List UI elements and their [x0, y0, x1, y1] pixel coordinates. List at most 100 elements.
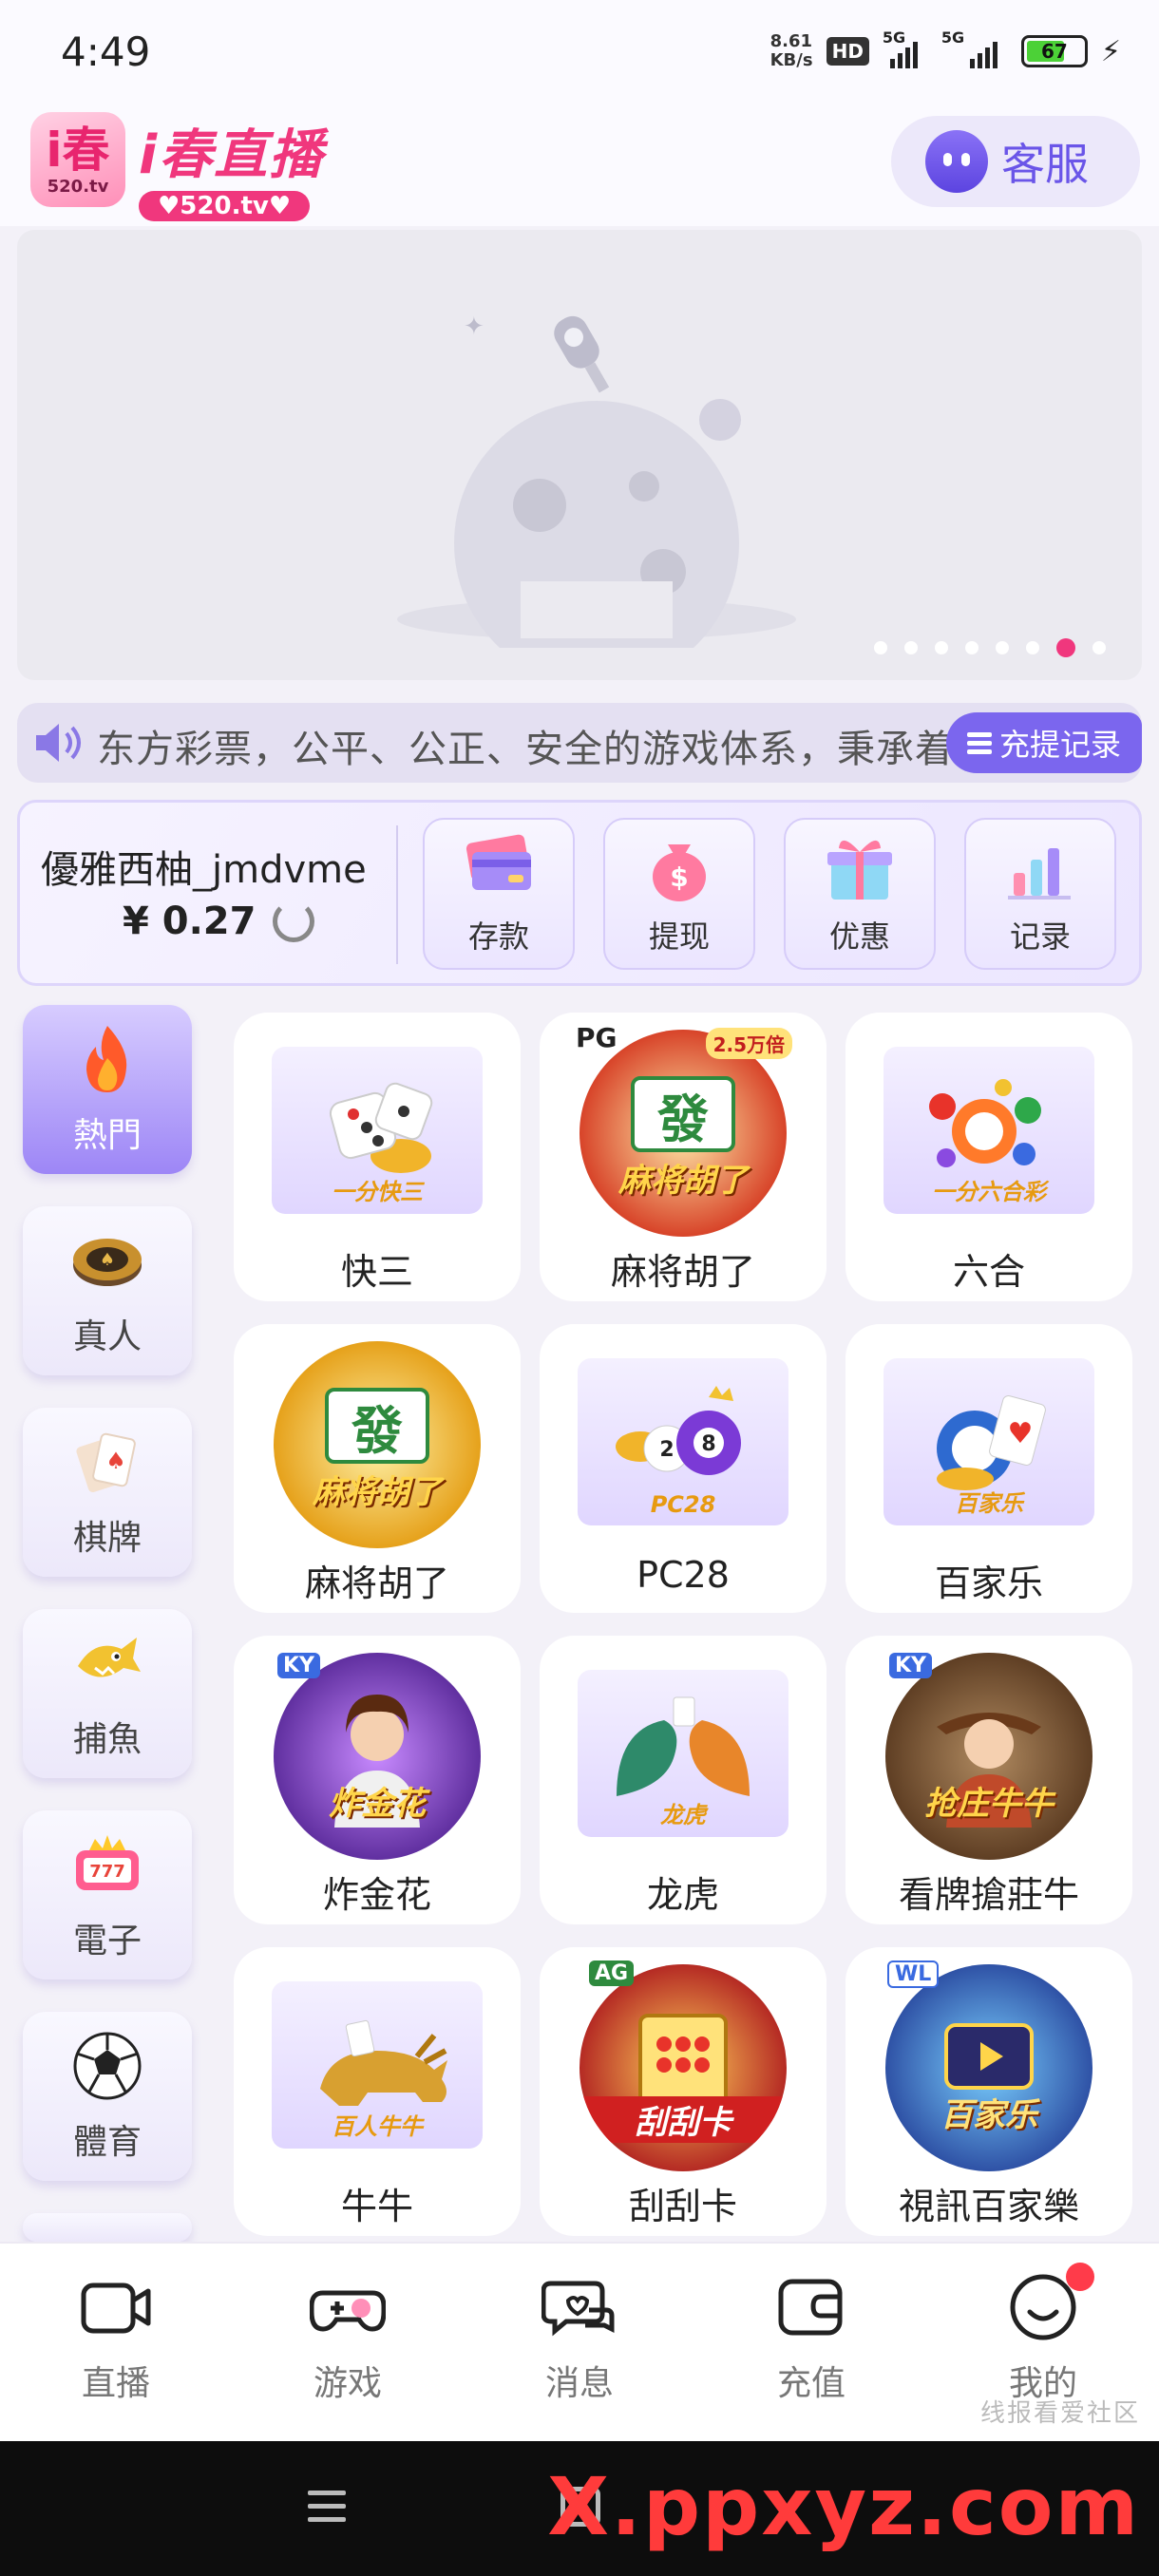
deposit-withdraw-record-button[interactable]: 充提记录 — [946, 712, 1142, 773]
game-name: 快三 — [340, 1251, 413, 1293]
status-icons: 8.61 KB/s HD 5G 5G 67 ⚡ — [770, 28, 1121, 70]
app-logo: i春 520.tv — [30, 112, 125, 207]
customer-service-button[interactable]: 客服 — [891, 116, 1140, 207]
svg-text:2: 2 — [659, 1438, 674, 1462]
game-name: PC28 — [636, 1554, 730, 1596]
game-thumbnail: 抢庄牛牛 — [885, 1653, 1092, 1860]
svg-text:✦: ✦ — [464, 313, 484, 341]
category-sports-label: 體育 — [72, 2123, 142, 2162]
game-thumbnail: 一分快三 — [272, 1047, 483, 1214]
username: 優雅西柚_jmdvme — [41, 848, 367, 892]
service-label: 客服 — [1001, 139, 1089, 190]
category-cards-label: 棋牌 — [72, 1519, 142, 1558]
game-name: 麻将胡了 — [610, 1251, 755, 1293]
carousel-dot[interactable] — [874, 641, 887, 654]
battery-percent: 67 — [1041, 40, 1068, 63]
game-name: 龙虎 — [646, 1874, 719, 1916]
carousel-dot[interactable] — [965, 641, 978, 654]
svg-text:♠: ♠ — [105, 1448, 126, 1474]
game-card-kuaisan[interactable]: 一分快三 快三 — [234, 1013, 521, 1301]
game-thumbnail-caption: 百家乐 — [955, 1490, 1023, 1517]
carousel-dot[interactable] — [935, 641, 948, 654]
game-thumbnail: 2 8 PC28 — [578, 1358, 788, 1525]
banner-carousel[interactable]: ✦ — [17, 230, 1142, 680]
banner-placeholder-illustration: ✦ — [397, 313, 796, 648]
menu-icon[interactable] — [308, 2491, 346, 2522]
nav-messages-label: 消息 — [544, 2364, 614, 2403]
carousel-dot[interactable] — [904, 641, 918, 654]
category-fishing[interactable]: 捕魚 — [23, 1609, 192, 1778]
game-card-longhu[interactable]: 龙虎 龙虎 — [540, 1636, 826, 1924]
game-card-live-baccarat[interactable]: 百家乐 WL 視訊百家樂 — [846, 1947, 1132, 2236]
game-thumbnail: ♥ 百家乐 — [884, 1358, 1094, 1525]
nav-recharge[interactable]: 充值 — [735, 2272, 887, 2405]
deposit-button[interactable]: 存款 — [423, 818, 575, 970]
headset-icon — [925, 130, 988, 193]
game-name: 炸金花 — [322, 1874, 431, 1916]
mahjong-tile-icon: 發 — [631, 1076, 735, 1152]
carousel-dot[interactable] — [1056, 638, 1075, 657]
category-more[interactable] — [23, 2213, 192, 2242]
game-card-pc28[interactable]: 2 8 PC28 PC28 — [540, 1324, 826, 1613]
category-hot[interactable]: 熱門 — [23, 1005, 192, 1174]
game-name: 麻将胡了 — [304, 1563, 449, 1604]
nav-games[interactable]: 游戏 — [272, 2272, 424, 2405]
balance-value: ¥ 0.27 — [123, 900, 256, 943]
net-speed: 8.61 KB/s — [770, 32, 813, 70]
game-thumbnail: 發 麻将胡了 — [580, 1030, 787, 1237]
nav-games-label: 游戏 — [313, 2364, 382, 2403]
category-fishing-label: 捕魚 — [72, 1720, 142, 1759]
announcement-marquee[interactable]: 东方彩票，公平、公正、安全的游戏体系，秉承着 充提记录 — [17, 703, 1142, 783]
nav-messages[interactable]: 消息 — [504, 2272, 656, 2405]
balance-row: ¥ 0.27 — [123, 900, 315, 943]
game-thumbnail: 百人牛牛 — [272, 1981, 483, 2149]
fish-icon — [78, 1638, 141, 1677]
refresh-icon[interactable] — [273, 900, 315, 942]
hd-icon: HD — [826, 37, 869, 66]
game-card-niuniu[interactable]: 百人牛牛 牛牛 — [234, 1947, 521, 2236]
app-header: i春 520.tv i春直播 ♥520.tv♥ 客服 — [0, 104, 1159, 226]
game-card-zhajinhua[interactable]: 炸金花 KY 炸金花 — [234, 1636, 521, 1924]
watermark-logo: X.ppxyz.com — [547, 2460, 1140, 2553]
svg-text:777: 777 — [89, 1862, 125, 1882]
app-name: i春直播 — [139, 124, 325, 186]
charging-icon: ⚡ — [1100, 34, 1121, 68]
game-thumbnail-caption: 百人牛牛 — [332, 2113, 423, 2140]
game-card-liuhe[interactable]: 一分六合彩 六合 — [846, 1013, 1132, 1301]
game-thumbnail-caption: 抢庄牛牛 — [924, 1785, 1054, 1823]
game-card-baccarat[interactable]: ♥ 百家乐 百家乐 — [846, 1324, 1132, 1613]
game-thumbnail: 發 麻将胡了 — [274, 1341, 481, 1548]
category-cards[interactable]: ♠ 棋牌 — [23, 1408, 192, 1577]
svg-text:♠: ♠ — [100, 1250, 115, 1270]
game-thumbnail-caption: 龙虎 — [660, 1802, 706, 1828]
category-live[interactable]: ♠ 真人 — [23, 1206, 192, 1375]
game-card-scratch-card[interactable]: 刮刮卡 AG 刮刮卡 — [540, 1947, 826, 2236]
promotion-button[interactable]: 优惠 — [784, 818, 936, 970]
carousel-dot[interactable] — [996, 641, 1009, 654]
camera-icon — [81, 2282, 151, 2334]
nav-profile[interactable]: 我的 — [967, 2263, 1119, 2405]
cards-icon: ♠ — [76, 1432, 136, 1493]
game-card-qiangzhuang-niuniu[interactable]: 抢庄牛牛 KY 看牌搶莊牛 — [846, 1636, 1132, 1924]
game-thumbnail: 龙虎 — [578, 1670, 788, 1837]
category-sports[interactable]: 體育 — [23, 2012, 192, 2181]
carousel-dot[interactable] — [1092, 641, 1106, 654]
provider-badge: PG — [576, 1022, 618, 1053]
signal-icon: 5G — [883, 28, 928, 68]
carousel-dot[interactable] — [1026, 641, 1039, 654]
nav-recharge-label: 充值 — [776, 2364, 846, 2403]
game-name: 百家乐 — [934, 1563, 1043, 1604]
game-card-mahjong-pg[interactable]: 發 麻将胡了 PG 2.5万倍 麻将胡了 — [540, 1013, 826, 1301]
category-slots-label: 電子 — [72, 1922, 142, 1960]
speaker-icon — [36, 724, 81, 762]
records-button[interactable]: 记录 — [964, 818, 1116, 970]
chip-icon: ♠ — [73, 1239, 142, 1286]
category-slots[interactable]: 777 電子 — [23, 1810, 192, 1979]
game-name: 六合 — [952, 1251, 1025, 1293]
net-speed-value: 8.61 — [770, 31, 813, 51]
withdraw-button[interactable]: $ 提现 — [603, 818, 755, 970]
record-button-label: 充提记录 — [998, 727, 1121, 763]
game-card-mahjong[interactable]: 發 麻将胡了 麻将胡了 — [234, 1324, 521, 1613]
nav-live[interactable]: 直播 — [40, 2272, 192, 2405]
card-icon — [466, 834, 531, 890]
